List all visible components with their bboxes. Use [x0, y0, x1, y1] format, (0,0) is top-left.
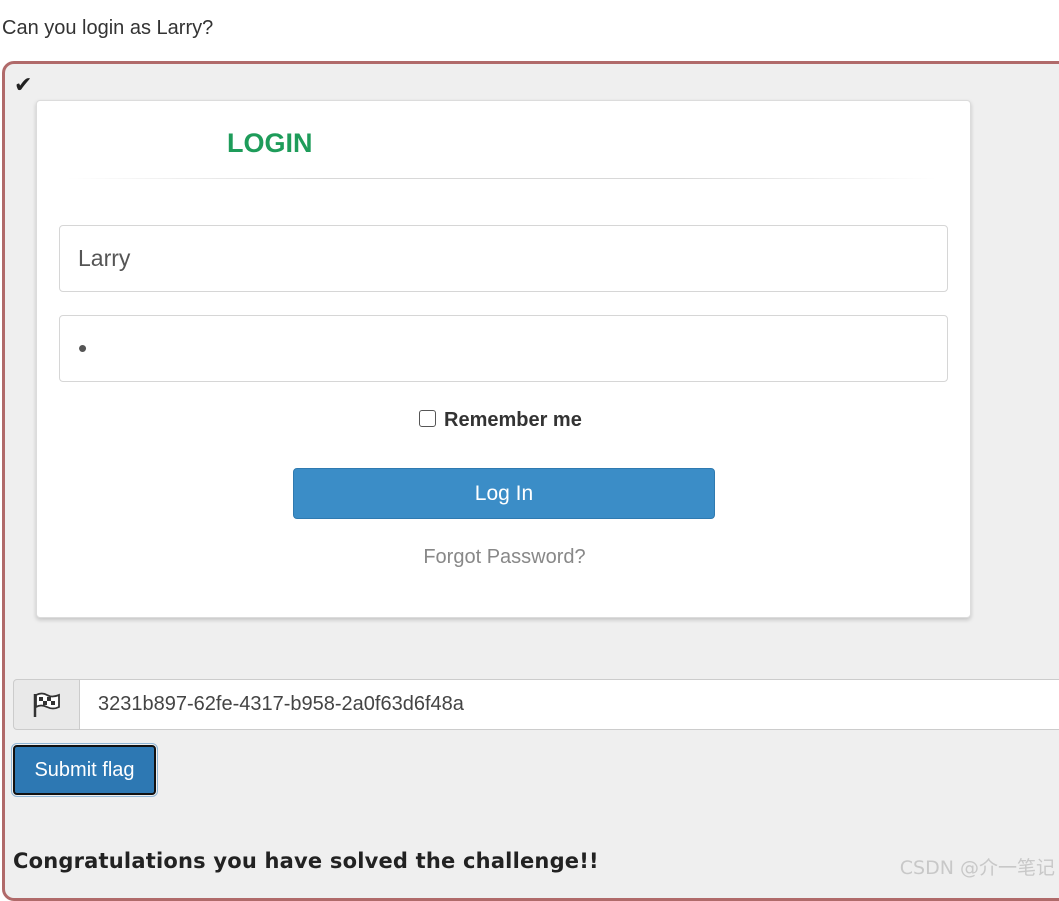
submit-flag-button[interactable]: Submit flag — [13, 745, 156, 795]
flag-input[interactable]: 3231b897-62fe-4317-b958-2a0f63d6f48a — [80, 679, 1059, 730]
title-divider — [67, 178, 937, 179]
login-card: LOGIN Larry • Remember me Log In Forgot … — [36, 100, 971, 618]
login-title: LOGIN — [227, 128, 313, 159]
flag-icon — [13, 679, 80, 730]
login-button[interactable]: Log In — [293, 468, 715, 519]
forgot-password-link[interactable]: Forgot Password? — [37, 546, 972, 569]
remember-checkbox[interactable] — [419, 410, 436, 427]
remember-me[interactable]: Remember me — [419, 409, 582, 432]
flag-input-group: 3231b897-62fe-4317-b958-2a0f63d6f48a — [13, 679, 1059, 730]
success-message: Congratulations you have solved the chal… — [13, 849, 599, 873]
watermark: CSDN @介一笔记 — [900, 853, 1055, 880]
remember-label: Remember me — [444, 409, 582, 432]
username-input[interactable]: Larry — [59, 225, 948, 292]
check-icon: ✔ — [14, 74, 32, 96]
challenge-panel: ✔ LOGIN Larry • Remember me Log In Forgo… — [2, 61, 1059, 901]
password-input[interactable]: • — [59, 315, 948, 382]
challenge-question: Can you login as Larry? — [2, 17, 213, 40]
forgot-password-label[interactable]: Forgot Password? — [423, 546, 585, 568]
